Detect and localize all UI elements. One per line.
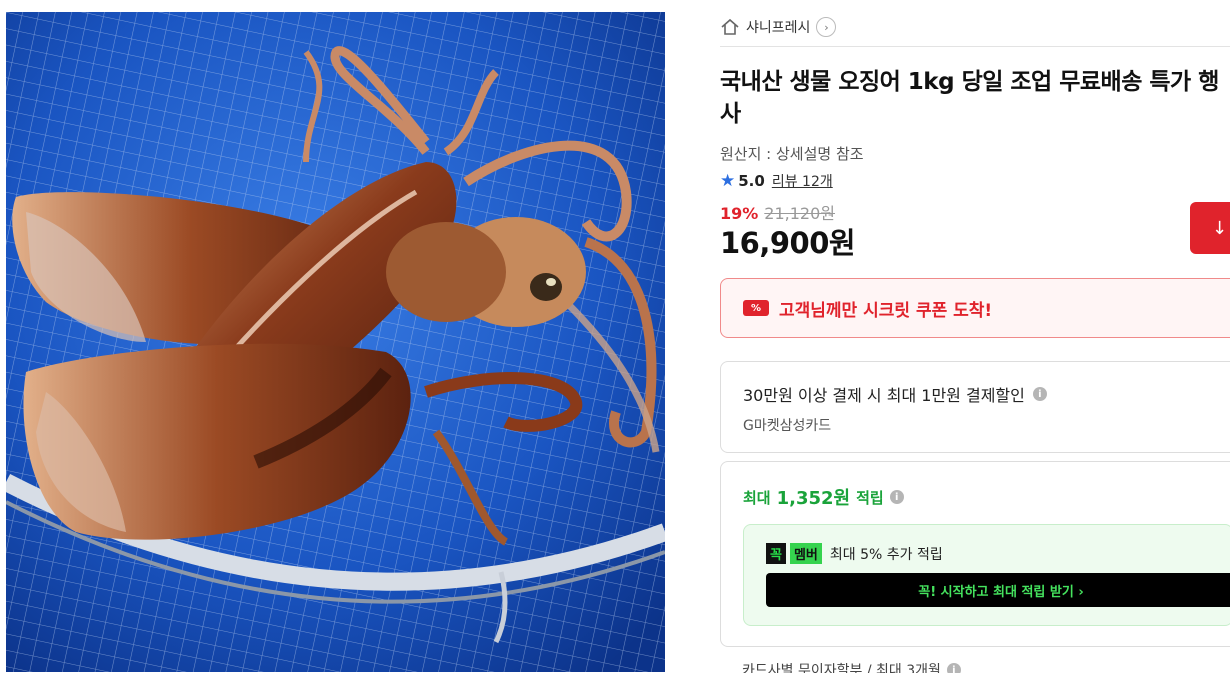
member-benefit-box: 꼭 멤버 최대 5% 추가 적립 꼭! 시작하고 최대 적립 받기 › xyxy=(743,524,1230,626)
card-name: G마켓삼성카드 xyxy=(743,418,832,434)
points-box: 최대 1,352원 적립 i 꼭 멤버 최대 5% 추가 적립 꼭! 시작하고 … xyxy=(720,461,1230,647)
points-suffix: 적립 xyxy=(856,488,884,507)
installment-text: 카드사별 무이자할부 / 최대 3개월 xyxy=(742,663,941,673)
info-icon[interactable]: i xyxy=(1032,387,1047,401)
download-icon: ↓ xyxy=(1212,217,1228,239)
product-page: 샤니프레시 › 국내산 생물 오징어 1kg 당일 조업 무료배송 특가 행사 … xyxy=(0,0,1230,673)
points-amount: 1,352원 xyxy=(776,488,851,509)
squid-photo xyxy=(6,12,665,672)
points-title: 최대 1,352원 적립 i xyxy=(743,484,904,510)
sale-price: 16,900원 xyxy=(720,226,856,260)
start-membership-button[interactable]: 꼭! 시작하고 최대 적립 받기 › xyxy=(766,573,1230,607)
coupon-icon: % xyxy=(743,300,769,316)
coupon-download-button[interactable]: ↓ xyxy=(1190,202,1230,254)
store-link[interactable]: 샤니프레시 › xyxy=(720,14,837,40)
rating-score: 5.0 xyxy=(738,172,765,190)
member-row: 꼭 멤버 최대 5% 추가 적립 xyxy=(766,543,943,564)
card-discount-title: 30만원 이상 결제 시 최대 1만원 결제할인 i xyxy=(743,382,1047,406)
secret-coupon-banner[interactable]: % 고객님께만 시크릿 쿠폰 도착! xyxy=(720,278,1230,338)
rating-row: ★ 5.0 리뷰 12개 xyxy=(720,171,833,191)
kkok-badge: 꼭 xyxy=(766,543,786,564)
card-discount-box[interactable]: 30만원 이상 결제 시 최대 1만원 결제할인 i G마켓삼성카드 xyxy=(720,361,1230,453)
review-link[interactable]: 리뷰 12개 xyxy=(772,171,833,191)
member-badge: 멤버 xyxy=(789,543,822,564)
store-name: 샤니프레시 xyxy=(746,20,811,36)
product-title: 국내산 생물 오징어 1kg 당일 조업 무료배송 특가 행사 xyxy=(720,69,1219,127)
star-icon: ★ xyxy=(720,170,736,191)
info-icon[interactable]: i xyxy=(889,490,904,504)
info-icon[interactable]: i xyxy=(946,663,961,673)
product-info-panel: 샤니프레시 › 국내산 생물 오징어 1kg 당일 조업 무료배송 특가 행사 … xyxy=(720,0,1230,673)
points-prefix: 최대 xyxy=(743,488,771,507)
home-icon xyxy=(721,18,739,35)
divider xyxy=(720,46,1230,47)
member-benefit-text: 최대 5% 추가 적립 xyxy=(829,546,943,563)
product-image[interactable] xyxy=(6,12,665,672)
card-discount-label: 30만원 이상 결제 시 최대 1만원 결제할인 xyxy=(743,386,1025,405)
chevron-right-icon: › xyxy=(816,17,837,37)
installment-info: 카드사별 무이자할부 / 최대 3개월 i xyxy=(742,660,961,673)
product-origin: 원산지 : 상세설명 참조 xyxy=(720,145,864,163)
coupon-text: 고객님께만 시크릿 쿠폰 도착! xyxy=(779,300,993,321)
